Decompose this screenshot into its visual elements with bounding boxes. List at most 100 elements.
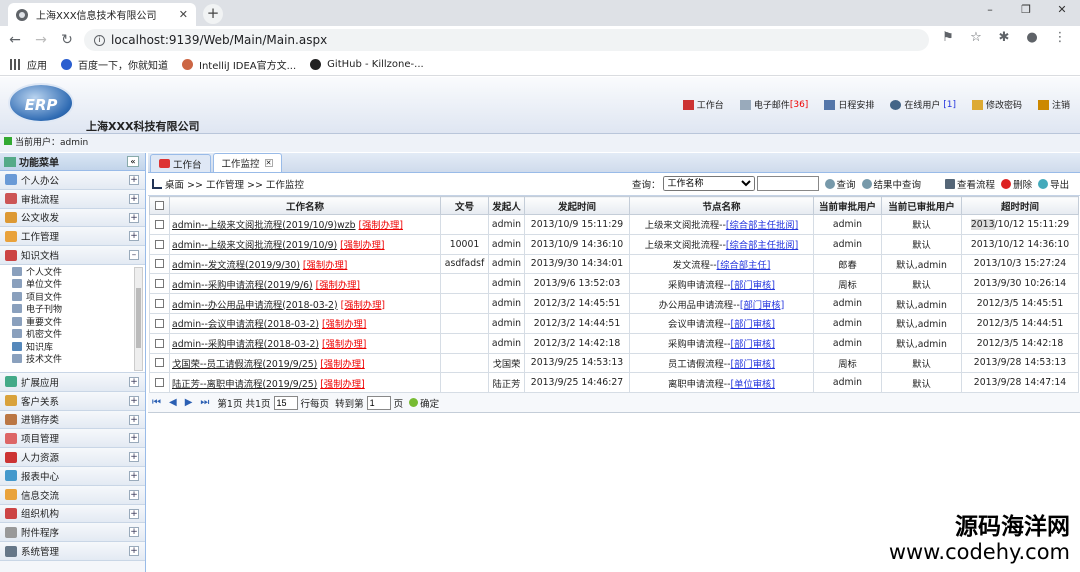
node-link[interactable]: [部门审核] <box>731 319 775 330</box>
row-checkbox[interactable] <box>149 214 170 235</box>
force-handle-link[interactable]: [强制办理] <box>320 359 364 370</box>
goto-page-input[interactable] <box>366 395 391 410</box>
node-link[interactable]: [综合部主任批阅] <box>726 240 798 251</box>
column-header[interactable]: 文号 <box>440 196 489 215</box>
column-header[interactable]: 超时时间 <box>961 196 1079 215</box>
expand-icon[interactable]: + <box>129 546 139 557</box>
work-name-link[interactable]: admin--办公用品申请流程(2018-03-2) <box>172 300 338 311</box>
table-row[interactable]: 陆正芳--离职申请流程(2019/9/25) [强制办理] 陆正芳 2013/9/2… <box>149 372 1079 394</box>
table-row[interactable]: admin--办公用品申请流程(2018-03-2) [强制办理] admin 20… <box>149 293 1079 314</box>
column-header[interactable]: 当前已审批用户 <box>881 196 962 215</box>
expand-icon[interactable]: + <box>129 395 139 406</box>
column-header[interactable]: 发起时间 <box>524 196 630 215</box>
submenu-item[interactable]: 电子刊物 <box>12 302 145 315</box>
force-handle-link[interactable]: [强制办理] <box>316 280 360 291</box>
column-header[interactable]: 工作名称 <box>169 196 441 215</box>
menu-online-users[interactable]: 在线用户 [1] <box>890 98 956 111</box>
bookmark-intellij[interactable]: IntelliJ IDEA官方文... <box>182 57 296 72</box>
tab-work-monitor[interactable]: 工作监控 ✕ <box>212 153 282 172</box>
bookmark-github[interactable]: GitHub - Killzone-... <box>310 59 424 70</box>
collapse-icon[interactable]: – <box>129 250 139 261</box>
search-input[interactable] <box>756 176 819 191</box>
sidebar-item-documents[interactable]: 公文收发 + <box>0 208 145 228</box>
select-all-checkbox[interactable] <box>149 196 170 215</box>
submenu-item[interactable]: 单位文件 <box>12 277 145 290</box>
submenu-scrollbar[interactable] <box>134 266 143 371</box>
bookmark-apps[interactable]: 应用 <box>10 57 47 72</box>
menu-schedule[interactable]: 日程安排 <box>824 98 874 111</box>
submenu-item[interactable]: 个人文件 <box>12 265 145 278</box>
expand-icon[interactable]: + <box>129 212 139 223</box>
expand-icon[interactable]: + <box>129 193 139 204</box>
row-checkbox[interactable] <box>149 293 170 314</box>
work-name-link[interactable]: admin--上级来文阅批流程(2019/10/9) <box>172 240 337 251</box>
work-name-link[interactable]: admin--会议申请流程(2018-03-2) <box>172 319 319 330</box>
close-tab-icon[interactable]: ✕ <box>179 8 188 21</box>
profile-icon[interactable]: ● <box>1018 30 1046 45</box>
work-name-link[interactable]: admin--发文流程(2019/9/30) <box>172 260 300 271</box>
expand-icon[interactable]: + <box>129 508 139 519</box>
expand-icon[interactable]: + <box>129 452 139 463</box>
sidebar-item-messages[interactable]: 信息交流 + <box>0 485 145 505</box>
expand-icon[interactable]: + <box>129 489 139 500</box>
url-field[interactable]: i localhost:9139/Web/Main/Main.aspx <box>84 29 929 51</box>
expand-icon[interactable]: + <box>129 231 139 242</box>
menu-email[interactable]: 电子邮件 [36] <box>739 98 808 111</box>
column-header[interactable]: 发起人 <box>488 196 525 215</box>
sidebar-item-knowledge[interactable]: 知识文档 – <box>0 246 145 265</box>
row-checkbox[interactable] <box>149 332 170 354</box>
sidebar-item-work[interactable]: 工作管理 + <box>0 227 145 247</box>
force-handle-link[interactable]: [强制办理] <box>340 240 384 251</box>
node-link[interactable]: [部门审核] <box>740 300 784 311</box>
reload-icon[interactable]: ↻ <box>54 32 80 48</box>
expand-icon[interactable]: + <box>129 527 139 538</box>
info-icon[interactable]: i <box>94 34 105 46</box>
new-tab-button[interactable]: + <box>203 4 223 24</box>
row-checkbox[interactable] <box>149 253 170 275</box>
back-icon[interactable]: ← <box>2 32 28 48</box>
work-name-link[interactable]: admin--采购申请流程(2018-03-2) <box>172 339 319 350</box>
force-handle-link[interactable]: [强制办理] <box>359 220 403 231</box>
submenu-item[interactable]: 重要文件 <box>12 315 145 328</box>
table-row[interactable]: admin--发文流程(2019/9/30) [强制办理] asdfadsf adm… <box>149 253 1079 275</box>
force-handle-link[interactable]: [强制办理] <box>322 339 366 350</box>
force-handle-link[interactable]: [强制办理] <box>303 260 347 271</box>
work-name-link[interactable]: admin--采购申请流程(2019/9/6) <box>172 280 313 291</box>
submenu-item[interactable]: 知识库 <box>12 340 145 353</box>
expand-icon[interactable]: + <box>129 433 139 444</box>
node-link[interactable]: [综合部主任批阅] <box>726 220 798 231</box>
close-tab-icon[interactable]: ✕ <box>264 159 273 167</box>
submenu-item[interactable]: 项目文件 <box>12 290 145 303</box>
sidebar-item-attachments[interactable]: 附件程序 + <box>0 523 145 543</box>
table-row[interactable]: admin--上级来文阅批流程(2019/10/9)wzb [强制办理] admi… <box>149 214 1079 235</box>
force-handle-link[interactable]: [强制办理] <box>322 319 366 330</box>
row-checkbox[interactable] <box>149 233 170 255</box>
sidebar-item-extensions[interactable]: 扩展应用 + <box>0 372 145 392</box>
translate-icon[interactable]: ⚑ <box>934 30 962 45</box>
force-handle-link[interactable]: [强制办理] <box>320 379 364 390</box>
menu-dots-icon[interactable]: ⋮ <box>1046 30 1074 45</box>
node-link[interactable]: [部门审核] <box>731 339 775 350</box>
sidebar-item-personal[interactable]: 个人办公 + <box>0 171 145 190</box>
node-link[interactable]: [综合部主任] <box>717 260 771 271</box>
expand-icon[interactable]: + <box>129 175 139 185</box>
node-link[interactable]: [单位审核] <box>731 379 775 390</box>
sidebar-item-approval[interactable]: 审批流程 + <box>0 189 145 209</box>
forward-icon[interactable]: → <box>28 32 54 48</box>
menu-logout[interactable]: 注销 <box>1037 98 1070 111</box>
expand-icon[interactable]: + <box>129 470 139 481</box>
collapse-sidebar-icon[interactable]: « <box>127 156 139 167</box>
work-name-link[interactable]: 戈国荣--员工请假流程(2019/9/25) <box>172 359 317 370</box>
submenu-item[interactable]: 技术文件 <box>12 352 145 365</box>
last-page-icon[interactable]: ⏭ <box>200 397 209 408</box>
window-close-icon[interactable]: ✕ <box>1044 0 1080 22</box>
force-handle-link[interactable]: [强制办理] <box>341 300 385 311</box>
sidebar-item-system[interactable]: 系统管理 + <box>0 542 145 561</box>
sidebar-item-inventory[interactable]: 进销存类 + <box>0 410 145 430</box>
window-restore-icon[interactable]: ❐ <box>1008 0 1044 22</box>
delete-button[interactable]: 删除 <box>1001 177 1032 191</box>
node-link[interactable]: [部门审核] <box>731 359 775 370</box>
sidebar-item-hr[interactable]: 人力资源 + <box>0 448 145 467</box>
row-checkbox[interactable] <box>149 352 170 374</box>
query-button[interactable]: 查询 <box>824 177 856 191</box>
